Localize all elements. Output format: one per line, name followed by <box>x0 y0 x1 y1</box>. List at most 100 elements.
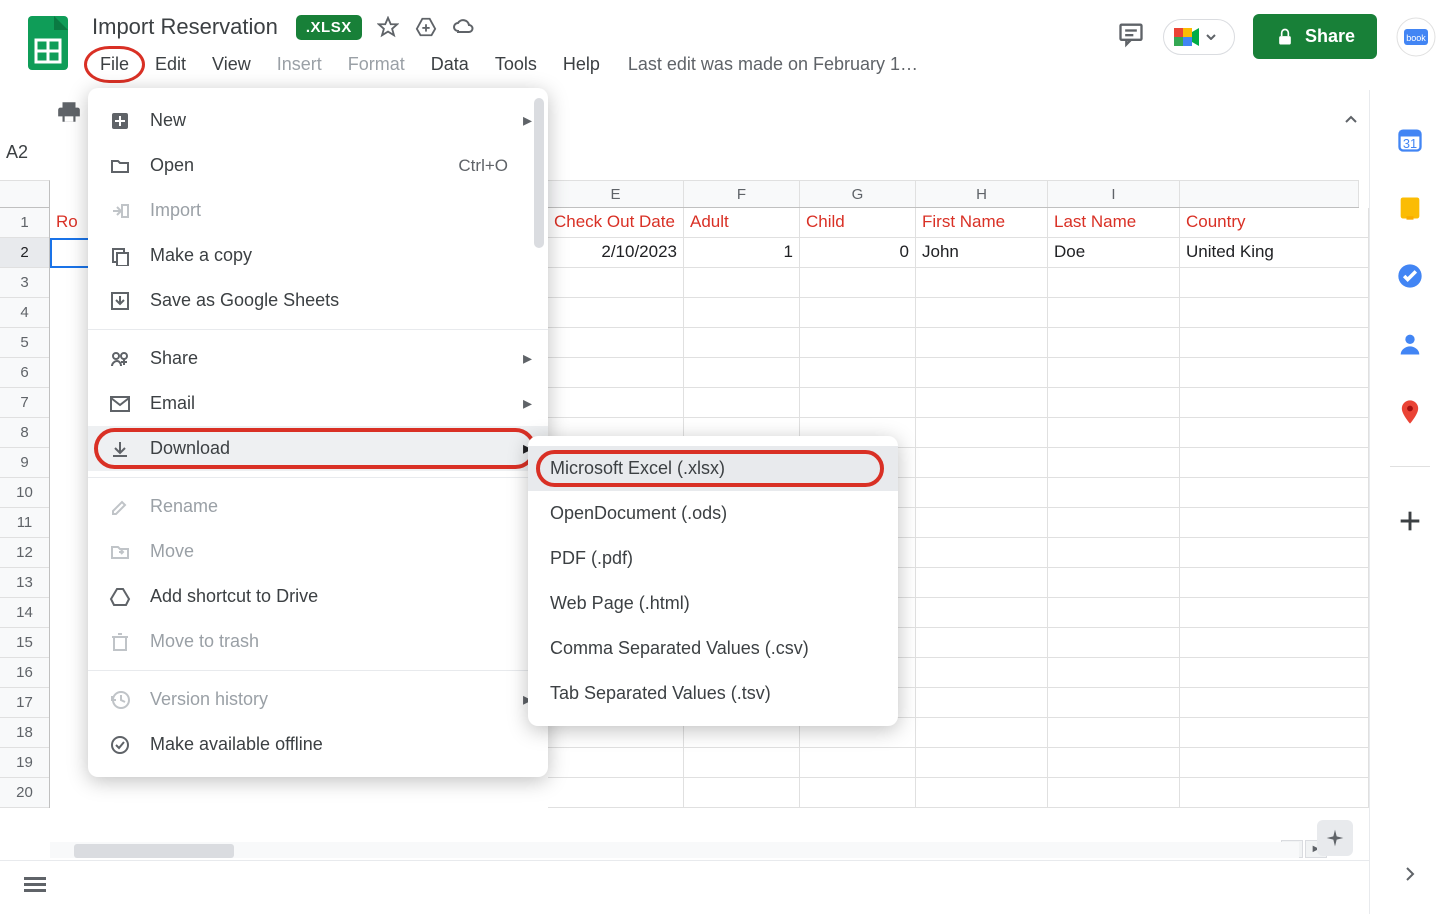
cell-empty[interactable] <box>548 328 684 357</box>
col-header-E[interactable]: E <box>548 181 684 207</box>
cell-empty[interactable] <box>548 388 684 417</box>
last-edit-text[interactable]: Last edit was made on February 1… <box>614 54 918 75</box>
star-icon[interactable] <box>376 15 400 39</box>
calendar-icon[interactable]: 31 <box>1396 126 1424 154</box>
submenu-ods[interactable]: OpenDocument (.ods) <box>528 491 898 536</box>
cell-empty[interactable] <box>1180 268 1369 297</box>
cell-empty[interactable] <box>1180 508 1369 537</box>
cell-empty[interactable] <box>1048 538 1180 567</box>
cell-I1[interactable]: Last Name <box>1048 208 1180 237</box>
menu-insert[interactable]: Insert <box>265 48 334 81</box>
menu-email[interactable]: Email ▸ <box>88 381 548 426</box>
cell-empty[interactable] <box>1180 388 1369 417</box>
cell-F2[interactable]: 1 <box>684 238 800 267</box>
comments-icon[interactable] <box>1117 20 1145 53</box>
meet-button[interactable] <box>1163 19 1235 55</box>
cell-E1[interactable]: Check Out Date <box>548 208 684 237</box>
name-box[interactable] <box>6 138 66 163</box>
cell-empty[interactable] <box>548 358 684 387</box>
row-header-6[interactable]: 6 <box>0 358 49 388</box>
cell-empty[interactable] <box>800 748 916 777</box>
tasks-icon[interactable] <box>1396 262 1424 290</box>
share-button[interactable]: Share <box>1253 14 1377 59</box>
submenu-html[interactable]: Web Page (.html) <box>528 581 898 626</box>
cell-empty[interactable] <box>684 388 800 417</box>
menu-format[interactable]: Format <box>336 48 417 81</box>
cell-empty[interactable] <box>1180 658 1369 687</box>
menu-add-shortcut[interactable]: Add shortcut to Drive <box>88 574 548 619</box>
menu-edit[interactable]: Edit <box>143 48 198 81</box>
row-header-17[interactable]: 17 <box>0 688 49 718</box>
menu-save-as-sheets[interactable]: Save as Google Sheets <box>88 278 548 323</box>
cell-empty[interactable] <box>1048 778 1180 807</box>
row-header-1[interactable]: 1 <box>0 208 49 238</box>
cell-empty[interactable] <box>916 298 1048 327</box>
cell-empty[interactable] <box>916 598 1048 627</box>
contacts-icon[interactable] <box>1396 330 1424 358</box>
cell-I2[interactable]: Doe <box>1048 238 1180 267</box>
cell-empty[interactable] <box>916 538 1048 567</box>
menu-file[interactable]: File <box>88 48 141 81</box>
account-avatar[interactable]: book <box>1395 16 1437 58</box>
cell-empty[interactable] <box>1048 628 1180 657</box>
cell-empty[interactable] <box>800 268 916 297</box>
cell-empty[interactable] <box>1180 598 1369 627</box>
hscroll-thumb[interactable] <box>74 844 234 858</box>
cell-empty[interactable] <box>1048 388 1180 417</box>
cell-empty[interactable] <box>800 298 916 327</box>
explore-button[interactable] <box>1317 820 1353 856</box>
cell-G2[interactable]: 0 <box>800 238 916 267</box>
row-header-14[interactable]: 14 <box>0 598 49 628</box>
col-header-F[interactable]: F <box>684 181 800 207</box>
collapse-side-panel-icon[interactable] <box>1341 110 1361 135</box>
cell-empty[interactable] <box>800 328 916 357</box>
row-header-12[interactable]: 12 <box>0 538 49 568</box>
menu-open[interactable]: Open Ctrl+O <box>88 143 548 188</box>
row-header-10[interactable]: 10 <box>0 478 49 508</box>
sheets-logo[interactable] <box>26 14 70 72</box>
cell-empty[interactable] <box>916 748 1048 777</box>
cell-H1[interactable]: First Name <box>916 208 1048 237</box>
cell-J1[interactable]: Country <box>1180 208 1369 237</box>
cell-empty[interactable] <box>1048 568 1180 597</box>
cell-empty[interactable] <box>916 628 1048 657</box>
select-all-corner[interactable] <box>0 180 50 208</box>
cell-empty[interactable] <box>800 358 916 387</box>
cell-empty[interactable] <box>916 418 1048 447</box>
row-header-2[interactable]: 2 <box>0 238 49 268</box>
cell-G1[interactable]: Child <box>800 208 916 237</box>
cell-empty[interactable] <box>916 448 1048 477</box>
all-sheets-icon[interactable] <box>24 876 46 899</box>
cell-empty[interactable] <box>1180 718 1369 747</box>
keep-icon[interactable] <box>1396 194 1424 222</box>
row-header-13[interactable]: 13 <box>0 568 49 598</box>
cell-empty[interactable] <box>1180 748 1369 777</box>
cell-empty[interactable] <box>684 778 800 807</box>
cell-E2[interactable]: 2/10/2023 <box>548 238 684 267</box>
cell-empty[interactable] <box>1048 598 1180 627</box>
row-header-4[interactable]: 4 <box>0 298 49 328</box>
cell-empty[interactable] <box>548 748 684 777</box>
cell-empty[interactable] <box>684 268 800 297</box>
row-header-11[interactable]: 11 <box>0 508 49 538</box>
row-header-15[interactable]: 15 <box>0 628 49 658</box>
cell-empty[interactable] <box>1048 448 1180 477</box>
menu-make-copy[interactable]: Make a copy <box>88 233 548 278</box>
hide-side-panel-icon[interactable] <box>1390 854 1430 894</box>
cell-empty[interactable] <box>1048 268 1180 297</box>
print-icon[interactable] <box>56 99 82 130</box>
row-header-7[interactable]: 7 <box>0 388 49 418</box>
cell-empty[interactable] <box>1180 328 1369 357</box>
menu-help[interactable]: Help <box>551 48 612 81</box>
cell-J2[interactable]: United King <box>1180 238 1369 267</box>
cell-empty[interactable] <box>1180 628 1369 657</box>
menu-available-offline[interactable]: Make available offline <box>88 722 548 767</box>
row-header-18[interactable]: 18 <box>0 718 49 748</box>
col-header-blank[interactable] <box>1180 181 1359 207</box>
cell-empty[interactable] <box>1180 568 1369 597</box>
cell-H2[interactable]: John <box>916 238 1048 267</box>
cell-empty[interactable] <box>1048 358 1180 387</box>
cell-empty[interactable] <box>684 358 800 387</box>
cell-empty[interactable] <box>548 778 684 807</box>
cell-empty[interactable] <box>1048 658 1180 687</box>
